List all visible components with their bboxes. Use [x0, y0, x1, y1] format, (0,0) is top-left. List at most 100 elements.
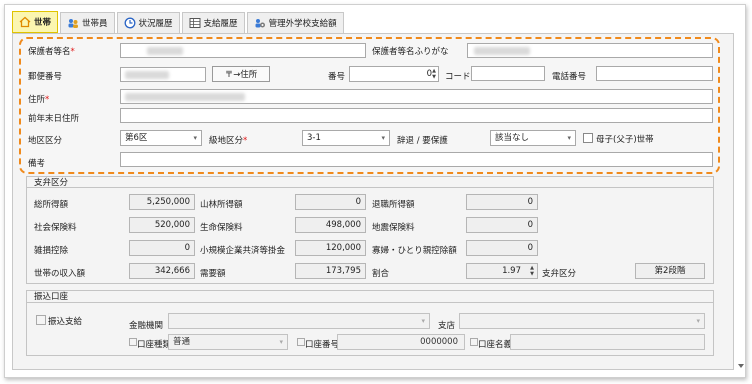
chevron-down-icon: ▾	[696, 317, 700, 325]
tab-status-history[interactable]: 状況履歴	[116, 12, 180, 33]
guardian-kana-label: 保護者等名ふりがな	[372, 47, 449, 57]
life-insurance-label: 生命保険料	[200, 223, 243, 233]
spin-icon[interactable]: ▲ ▼	[430, 68, 436, 80]
address-field[interactable]	[120, 89, 713, 104]
tab-label: 世帯	[34, 18, 52, 28]
account-number-field[interactable]: 0000000	[337, 334, 465, 350]
postal-to-address-button[interactable]: 〒→住所	[212, 66, 270, 82]
people-icon	[67, 17, 79, 29]
transfer-pay-label: 振込支給	[48, 317, 83, 327]
note-field[interactable]	[120, 152, 713, 167]
ratio-value: 1.97 ▲ ▼	[466, 263, 538, 279]
social-insurance-value: 520,000	[129, 217, 195, 233]
postal-code-field[interactable]	[120, 67, 206, 82]
tab-household-members[interactable]: 世帯員	[60, 12, 115, 33]
forest-income-label: 山林所得額	[200, 200, 243, 210]
account-type-checkbox[interactable]	[129, 338, 137, 346]
prev-address-field[interactable]	[120, 108, 713, 123]
tab-label: 世帯員	[82, 19, 108, 29]
district-select[interactable]: 第6区 ▾	[120, 130, 202, 146]
account-number-label: 口座番号	[305, 340, 340, 350]
chevron-down-icon: ▾	[421, 317, 425, 325]
account-type-select[interactable]: 普通 ▾	[168, 334, 288, 350]
grade-label: 級地区分*	[209, 136, 248, 146]
district-value: 第6区	[125, 133, 148, 143]
grade-value: 3-1	[307, 133, 321, 143]
address-label: 住所*	[28, 95, 50, 105]
transfer-group-title: 振込口座	[34, 292, 69, 302]
branch-label: 支店	[438, 321, 456, 331]
guardian-name-field[interactable]	[120, 43, 366, 58]
scroll-down-icon[interactable]	[737, 362, 745, 372]
account-name-label: 口座名義	[478, 340, 513, 350]
social-insurance-label: 社会保険料	[34, 223, 77, 233]
demand-label: 需要額	[200, 269, 226, 279]
widow-deduction-value: 0	[466, 240, 538, 256]
spin-icon: ▲ ▼	[530, 265, 534, 277]
single-parent-checkbox[interactable]	[583, 133, 593, 143]
chevron-down-icon: ▾	[193, 134, 197, 142]
house-icon	[19, 16, 31, 28]
ratio-label: 割合	[372, 269, 390, 279]
forest-income-value: 0	[295, 194, 366, 210]
divider	[26, 187, 714, 188]
transfer-pay-checkbox[interactable]	[36, 315, 46, 325]
chevron-down-icon: ▾	[381, 134, 385, 142]
chevron-down-icon: ▾	[279, 338, 283, 346]
household-income-label: 世帯の収入額	[34, 269, 86, 279]
tab-bar: 世帯 世帯員 状況履歴 支給履歴 管理外学校支給額	[12, 11, 344, 33]
guardian-kana-field[interactable]	[467, 43, 713, 58]
tab-label: 状況履歴	[138, 19, 173, 29]
clock-icon	[124, 17, 136, 29]
retire-income-value: 0	[466, 194, 538, 210]
misc-deduction-label: 雑損控除	[34, 246, 69, 256]
tab-label: 管理外学校支給額	[268, 19, 337, 29]
category-value: 第2段階	[635, 263, 705, 279]
chevron-down-icon: ▾	[567, 134, 571, 142]
decline-select[interactable]: 該当なし ▾	[490, 130, 576, 146]
bank-label: 金融機関	[129, 321, 164, 331]
widow-deduction-label: 寡婦・ひとり親控除額	[372, 246, 457, 256]
misc-deduction-value: 0	[129, 240, 195, 256]
branch-select[interactable]: ▾	[459, 313, 705, 329]
code-label: コード	[445, 72, 471, 82]
account-name-checkbox[interactable]	[470, 338, 478, 346]
tab-external-school-payment[interactable]: 管理外学校支給額	[246, 12, 344, 33]
tab-household[interactable]: 世帯	[12, 11, 59, 33]
account-number-checkbox[interactable]	[297, 338, 305, 346]
decline-label: 辞退 / 要保護	[397, 136, 448, 146]
quake-insurance-value: 0	[466, 217, 538, 233]
life-insurance-value: 498,000	[295, 217, 366, 233]
number-label: 番号	[328, 72, 346, 82]
category-label: 支弁区分	[542, 269, 577, 279]
users-gear-icon	[254, 17, 266, 29]
account-type-value: 普通	[173, 337, 191, 347]
retire-income-label: 退職所得額	[372, 200, 415, 210]
prev-address-label: 前年末日住所	[28, 114, 80, 124]
account-name-field[interactable]	[510, 334, 705, 350]
district-label: 地区区分	[28, 136, 63, 146]
total-income-label: 総所得額	[34, 200, 69, 210]
small-biz-value: 120,000	[295, 240, 366, 256]
ratio-number: 1.97	[502, 266, 521, 276]
phone-field[interactable]	[596, 66, 713, 81]
guardian-name-label: 保護者等名*	[28, 47, 75, 57]
phone-label: 電話番号	[552, 72, 587, 82]
quake-insurance-label: 地震保険料	[372, 223, 415, 233]
tab-label: 支給履歴	[203, 19, 238, 29]
grade-select[interactable]: 3-1 ▾	[302, 130, 390, 146]
single-parent-label: 母子(父子)世帯	[596, 135, 654, 145]
code-field[interactable]	[471, 66, 545, 81]
tab-payment-history[interactable]: 支給履歴	[181, 12, 245, 33]
small-biz-label: 小規模企業共済等掛金	[200, 246, 286, 256]
household-income-value: 342,666	[129, 263, 195, 279]
total-income-value: 5,250,000	[129, 194, 195, 210]
account-type-label: 口座種類	[137, 340, 172, 350]
note-label: 備考	[28, 159, 46, 169]
number-stepper[interactable]: 0 ▲ ▼	[349, 66, 439, 82]
demand-value: 173,795	[295, 263, 366, 279]
divider	[26, 302, 714, 303]
bank-select[interactable]: ▾	[168, 313, 430, 329]
table-icon	[189, 17, 201, 29]
postal-code-label: 郵便番号	[28, 72, 63, 82]
